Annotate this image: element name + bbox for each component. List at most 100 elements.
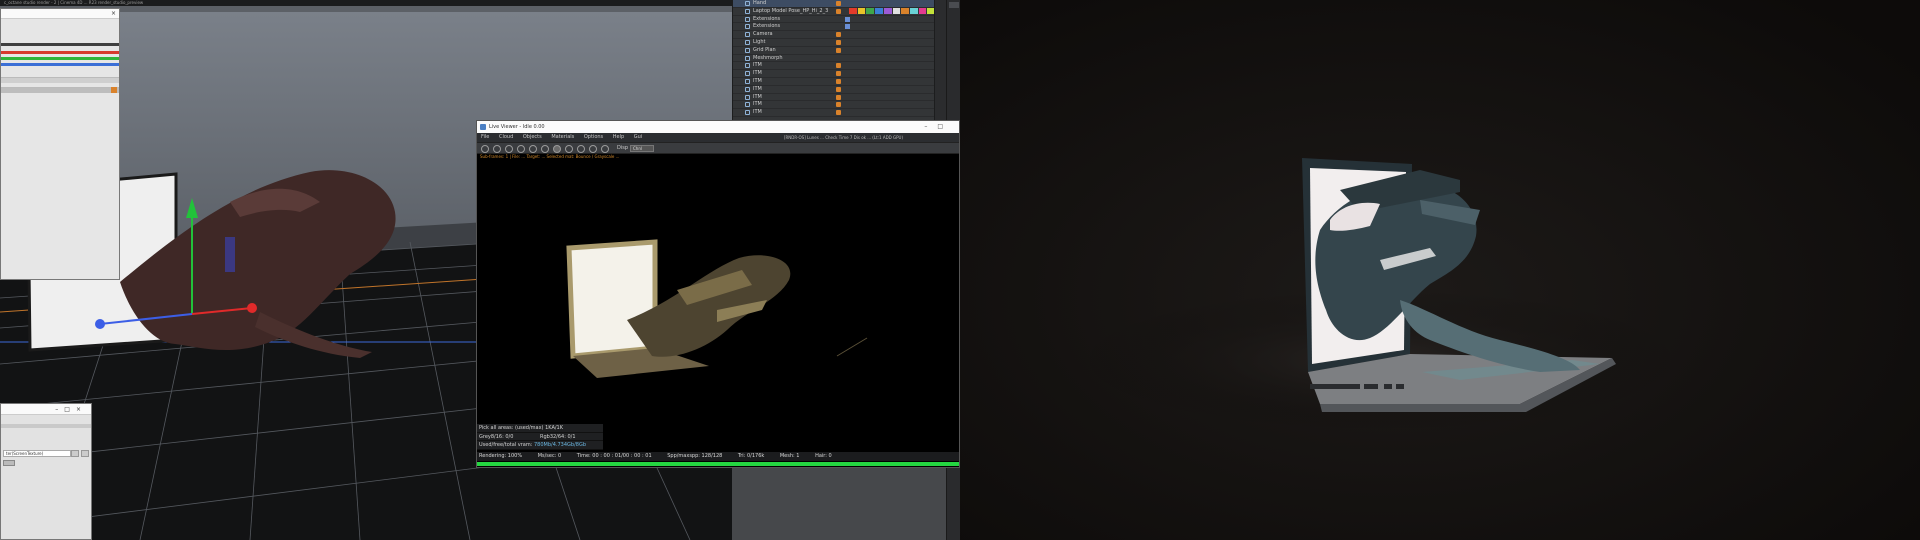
slot-indicator [111,87,117,93]
status-mesh: Mesh: 1 [779,453,800,459]
blue-channel-bar[interactable] [1,63,119,66]
material-tag-icon[interactable] [836,94,841,100]
mesh-object-icon [745,86,750,92]
toolbar-label: Disp [617,145,629,151]
phong-tag-icon[interactable] [845,16,850,22]
status-ms-sec: Ms/sec: 0 [537,453,562,459]
menu-options[interactable]: Options [584,134,603,140]
final-render-image [960,0,1920,540]
send-scene-icon[interactable] [481,145,489,153]
lens-icon[interactable] [601,145,609,153]
status-tri: Tri: 0/176k [737,453,765,459]
material-tag-icon[interactable] [836,63,841,69]
mesh-object-icon [745,16,750,22]
floating-texture-panel[interactable]: –□× ter(ScreenTexture) [0,403,92,540]
mesh-object-icon [745,24,750,30]
viewer-titlebar: Live Viewer - Idle 0.00 –□ [477,121,959,133]
viewer-title: Live Viewer - Idle 0.00 [489,124,545,130]
restart-render-icon[interactable] [493,145,501,153]
material-tag-icon[interactable] [836,86,841,92]
pick-icon[interactable] [565,145,573,153]
render-info: [RNDR-OS] Lunes ... Check Time 7 Dis ok … [783,135,903,140]
object-row[interactable]: ITM [733,109,946,117]
camera-icon [745,32,750,38]
deformer-icon [745,55,750,61]
status-spp: Spp/maxspp: 128/128 [667,453,723,459]
region-icon[interactable] [553,145,561,153]
null-object-icon [745,1,750,6]
object-row[interactable]: ITM [733,86,946,94]
menu-file[interactable]: File [481,134,489,140]
menu-gui[interactable]: Gui [634,134,642,140]
small-button[interactable] [3,460,15,466]
floating-color-panel[interactable]: × [0,8,120,280]
window-controls[interactable]: –□ [924,121,953,133]
material-tag-icon[interactable] [836,8,841,14]
cinema4d-window: c_octane studio render - 2 | Cinema 4D .… [0,0,960,540]
material-tag-icon[interactable] [836,71,841,77]
object-row[interactable]: Camera [733,31,946,39]
channel-bar [1,43,119,46]
viewer-toolbar: Disp Chnl [477,142,959,154]
pause-render-icon[interactable] [505,145,513,153]
phong-tag-icon[interactable] [845,24,850,30]
red-channel-bar[interactable] [1,51,119,54]
close-icon[interactable]: × [111,9,116,19]
object-row[interactable]: ITM [733,78,946,86]
menu-objects[interactable]: Objects [523,134,542,140]
object-row[interactable]: Meshmorph [733,55,946,63]
status-rendering: Rendering: 100% [479,453,523,459]
camera-tag-icon[interactable] [836,32,841,38]
window-controls[interactable]: –□× [55,404,87,415]
render-status-bar: Rendering: 100% Ms/sec: 0 Time: 00 : 00 … [477,452,959,461]
texture-path-field[interactable]: ter(ScreenTexture) [3,450,71,457]
plane-icon [745,47,750,53]
material-tag-icon[interactable] [836,78,841,84]
light-tag-icon[interactable] [836,39,841,45]
object-row[interactable]: Hand [733,0,946,8]
mesh-object-icon [745,110,750,116]
attribute-manager[interactable] [732,462,946,540]
object-row[interactable]: Laptop Model Pose_HP_Hi_2_3 [733,8,946,16]
object-row[interactable]: Grid Plan [733,47,946,55]
focus-icon[interactable] [577,145,585,153]
mesh-object-icon [745,63,750,69]
panel-divider [1,424,91,428]
green-channel-bar[interactable] [1,57,119,60]
lock-icon[interactable] [541,145,549,153]
material-tag-icon[interactable] [836,47,841,53]
clay-icon[interactable] [589,145,597,153]
dock-tab[interactable] [949,2,959,8]
settings-icon[interactable] [529,145,537,153]
menu-help[interactable]: Help [613,134,624,140]
material-tag-icon[interactable] [836,102,841,108]
octane-live-viewer[interactable]: Live Viewer - Idle 0.00 –□ File Cloud Ob… [476,120,960,468]
object-row[interactable]: ITM [733,101,946,110]
panel-slot[interactable] [1,87,119,93]
material-tag-icon[interactable] [836,110,841,116]
channel-select[interactable]: Chnl [630,145,654,152]
render-canvas[interactable] [477,160,959,424]
menu-cloud[interactable]: Cloud [499,134,513,140]
object-manager[interactable]: Hand Laptop Model Pose_HP_Hi_2_3 Extensi… [732,0,946,120]
object-row[interactable]: Light [733,39,946,47]
object-row[interactable]: ITM [733,70,946,78]
panel-slot[interactable] [1,77,119,83]
mesh-object-icon [745,102,750,108]
mesh-object-icon [745,78,750,84]
stats-row: Grey8/16: 0/0 Rgb32/64: 0/1 [477,433,603,442]
browse-button[interactable] [71,450,79,457]
octane-render-icon [480,124,486,130]
screen: c_octane studio render - 2 | Cinema 4D .… [0,0,1920,540]
object-row[interactable]: ITM [733,94,946,102]
object-row[interactable]: Extensions [733,23,946,32]
menu-materials[interactable]: Materials [551,134,574,140]
render-stats: Pick all areas: (used/max) 1KA/1K Grey8/… [477,424,603,450]
options-button[interactable] [81,450,89,457]
object-row[interactable]: Extensions [733,16,946,24]
material-tag-icon[interactable] [836,1,841,6]
object-row[interactable]: ITM [733,62,946,71]
stop-render-icon[interactable] [517,145,525,153]
stats-row: Pick all areas: (used/max) 1KA/1K [477,424,603,433]
render-progress-fill [477,462,959,466]
